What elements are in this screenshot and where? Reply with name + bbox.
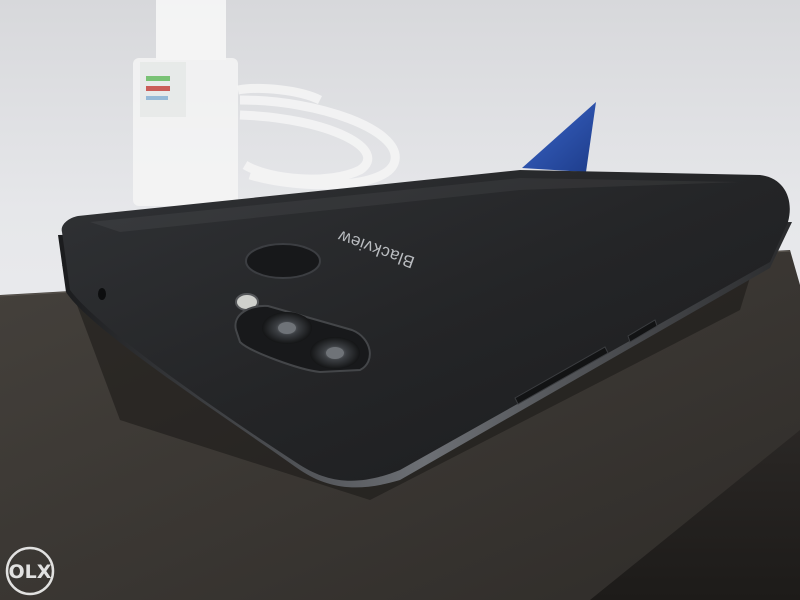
photo-svg: Blackview OLX bbox=[0, 0, 800, 600]
fingerprint-sensor bbox=[245, 243, 321, 279]
photo-scene: Blackview OLX bbox=[0, 0, 800, 600]
headphone-jack bbox=[98, 288, 106, 300]
watermark-text: OLX bbox=[9, 561, 52, 583]
